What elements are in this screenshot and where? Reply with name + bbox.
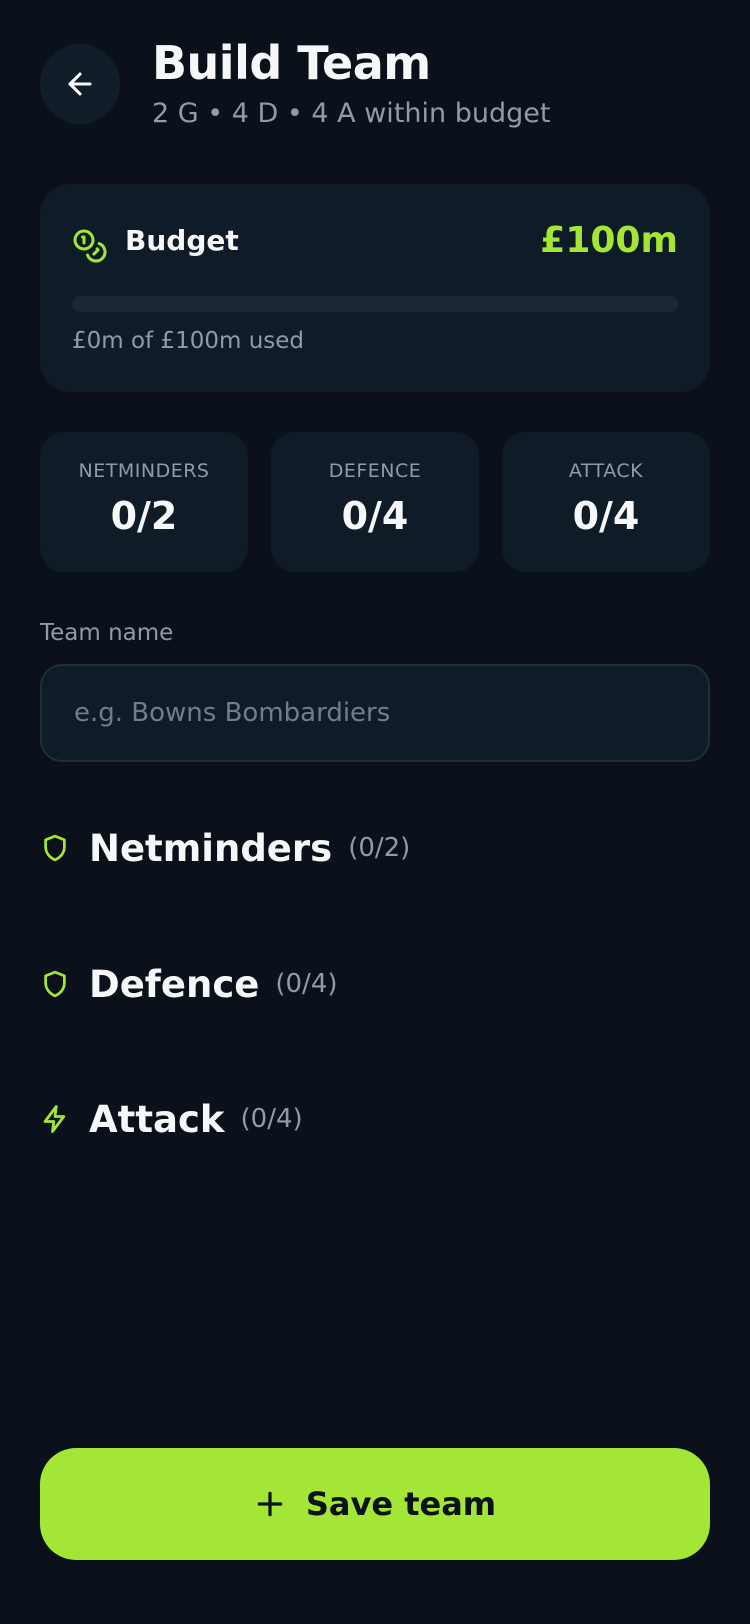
arrow-left-icon: [68, 72, 92, 96]
budget-used-text: £0m of £100m used: [72, 328, 305, 354]
section-netminders[interactable]: Netminders (0/2): [40, 823, 410, 873]
stat-label: NETMINDERS: [78, 460, 210, 482]
stat-card-attack: ATTACK 0/4: [502, 432, 710, 572]
shield-icon: [40, 969, 70, 999]
stat-label: ATTACK: [568, 460, 644, 482]
stat-label: DEFENCE: [328, 460, 422, 482]
back-button[interactable]: [40, 44, 120, 124]
stat-value: 0/2: [110, 494, 178, 538]
section-defence[interactable]: Defence (0/4): [40, 959, 338, 1009]
section-count: (0/4): [240, 1104, 303, 1134]
team-name-label: Team name: [40, 620, 174, 646]
section-count: (0/4): [275, 969, 338, 999]
team-name-input[interactable]: [40, 664, 710, 762]
plus-icon: [257, 1491, 283, 1517]
lightning-icon: [40, 1104, 70, 1134]
section-title: Netminders: [89, 826, 333, 870]
section-title: Defence: [89, 962, 260, 1006]
save-team-label: Save team: [305, 1485, 497, 1523]
section-attack[interactable]: Attack (0/4): [40, 1094, 303, 1144]
coins-icon: [73, 229, 107, 263]
position-stats: NETMINDERS 0/2 DEFENCE 0/4 ATTACK 0/4: [40, 432, 710, 572]
save-team-button[interactable]: Save team: [40, 1448, 710, 1560]
budget-progress-bar: [72, 296, 678, 312]
section-count: (0/2): [348, 833, 411, 863]
stat-value: 0/4: [341, 494, 409, 538]
budget-label: Budget: [125, 224, 239, 257]
shield-icon: [40, 833, 70, 863]
page-header: Build Team 2 G • 4 D • 4 A within budget: [40, 36, 710, 142]
section-title: Attack: [89, 1097, 225, 1141]
stat-card-defence: DEFENCE 0/4: [271, 432, 479, 572]
budget-card: Budget £100m £0m of £100m used: [40, 184, 710, 392]
stat-card-netminders: NETMINDERS 0/2: [40, 432, 248, 572]
page-subtitle: 2 G • 4 D • 4 A within budget: [152, 98, 551, 129]
budget-total: £100m: [540, 220, 678, 261]
stat-value: 0/4: [572, 494, 640, 538]
page-title: Build Team: [152, 36, 431, 90]
